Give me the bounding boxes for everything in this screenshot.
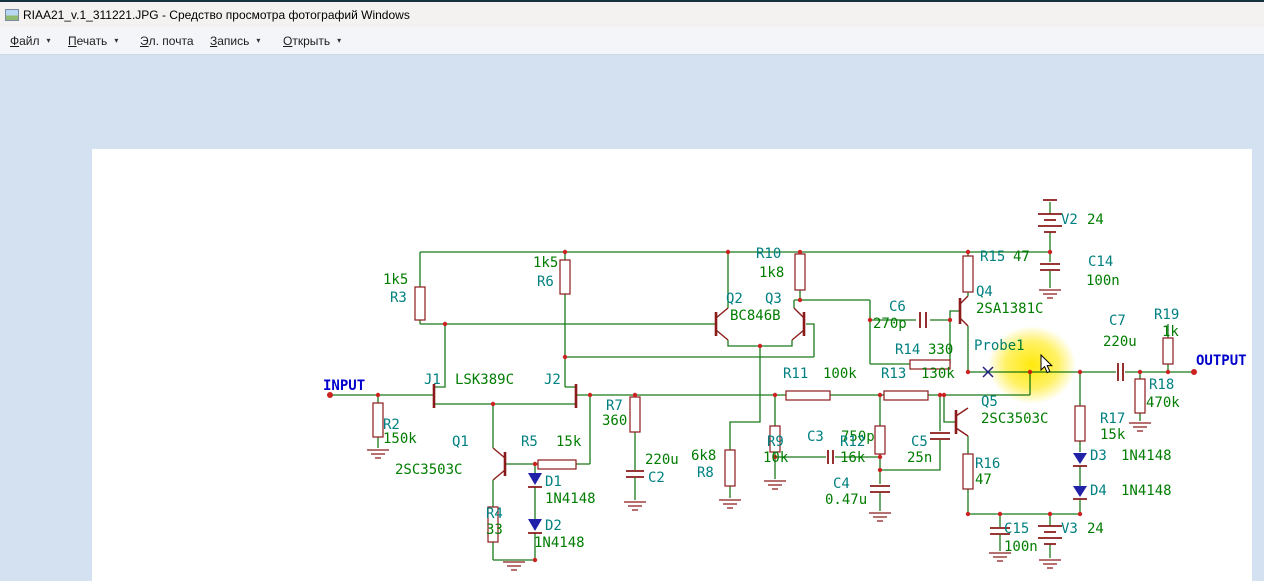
- val-c4: 0.47u: [825, 492, 868, 508]
- val-r13: 130k: [921, 366, 955, 382]
- ref-r12: R12: [840, 434, 866, 450]
- val-r18: 470k: [1146, 395, 1180, 411]
- ref-d1: D1: [545, 474, 562, 490]
- val-r7: 360: [602, 413, 628, 429]
- val-d3: 1N4148: [1121, 448, 1172, 464]
- ref-r18: R18: [1149, 377, 1175, 393]
- ref-r11: R11: [783, 366, 809, 382]
- val-r5: 15k: [556, 434, 582, 450]
- label-output: OUTPUT: [1196, 353, 1247, 369]
- val-c15: 100n: [1004, 539, 1038, 555]
- ref-c4: C4: [833, 476, 850, 492]
- val-q2q3: BC846B: [730, 308, 781, 324]
- ref-r3: R3: [390, 290, 407, 306]
- schematic-nodes: [327, 249, 1197, 563]
- val-d1: 1N4148: [545, 491, 596, 507]
- ref-d4: D4: [1090, 483, 1107, 499]
- val-j1j2: LSK389C: [455, 372, 515, 388]
- ref-v2: V2: [1061, 212, 1078, 228]
- label-input: INPUT: [323, 378, 366, 394]
- val-r10: 1k8: [759, 265, 785, 281]
- ref-r6: R6: [537, 274, 554, 290]
- ref-q1: Q1: [452, 434, 469, 450]
- ref-c3: C3: [807, 429, 824, 445]
- ref-q2: Q2: [726, 291, 743, 307]
- ref-c15: C15: [1004, 521, 1030, 537]
- val-c2: 220u: [645, 452, 679, 468]
- val-r9: 10k: [763, 450, 789, 466]
- val-r6: 1k5: [533, 255, 559, 271]
- ref-q3: Q3: [765, 291, 782, 307]
- ref-r16: R16: [975, 456, 1001, 472]
- val-v3: 24: [1087, 521, 1104, 537]
- ref-r17: R17: [1100, 411, 1126, 427]
- ref-r13: R13: [881, 366, 907, 382]
- val-r2: 150k: [383, 431, 417, 447]
- ref-d2: D2: [545, 518, 562, 534]
- ref-r14: R14: [895, 342, 921, 358]
- ref-j1: J1: [424, 372, 441, 388]
- ref-v3: V3: [1061, 521, 1078, 537]
- val-r14: 330: [928, 342, 954, 358]
- val-c7: 220u: [1103, 334, 1137, 350]
- ref-c2: C2: [648, 470, 665, 486]
- ref-r7: R7: [606, 398, 623, 414]
- mouse-cursor: [1040, 354, 1054, 374]
- val-v2: 24: [1087, 212, 1104, 228]
- ref-r15: R15: [980, 249, 1006, 265]
- ref-r10: R10: [756, 246, 782, 262]
- ref-r19: R19: [1154, 307, 1180, 323]
- val-d4: 1N4148: [1121, 483, 1172, 499]
- val-q4: 2SA1381C: [976, 301, 1044, 317]
- val-q5: 2SC3503C: [981, 411, 1049, 427]
- val-r12: 16k: [840, 450, 866, 466]
- highlight-overlay: [988, 326, 1076, 404]
- schematic-drawing: [327, 199, 1197, 571]
- val-r16: 47: [975, 472, 992, 488]
- val-r3: 1k5: [383, 272, 409, 288]
- val-r11: 100k: [823, 366, 857, 382]
- val-c14: 100n: [1086, 273, 1120, 289]
- ref-q5: Q5: [981, 394, 998, 410]
- val-q1: 2SC3503C: [395, 462, 463, 478]
- ref-q4: Q4: [976, 284, 993, 300]
- photo-viewer-window: RIAA21_v.1_311221.JPG - Средство просмот…: [0, 0, 1264, 581]
- ref-c7: C7: [1109, 313, 1126, 329]
- ref-r8: R8: [697, 465, 714, 481]
- val-d2: 1N4148: [534, 535, 585, 551]
- val-r4: 33: [486, 522, 503, 538]
- val-r15: 47: [1013, 249, 1030, 265]
- ref-r9: R9: [767, 434, 784, 450]
- val-c6: 270p: [873, 316, 907, 332]
- val-r8: 6k8: [691, 448, 717, 464]
- ref-d3: D3: [1090, 448, 1107, 464]
- ref-j2: J2: [544, 372, 561, 388]
- ref-r5: R5: [521, 434, 538, 450]
- val-c5: 25n: [907, 450, 933, 466]
- val-r19: 1k: [1162, 324, 1179, 340]
- ref-r4: R4: [486, 506, 503, 522]
- ref-c5: C5: [911, 434, 928, 450]
- ref-c14: C14: [1088, 254, 1114, 270]
- val-r17: 15k: [1100, 427, 1126, 443]
- ref-c6: C6: [889, 299, 906, 315]
